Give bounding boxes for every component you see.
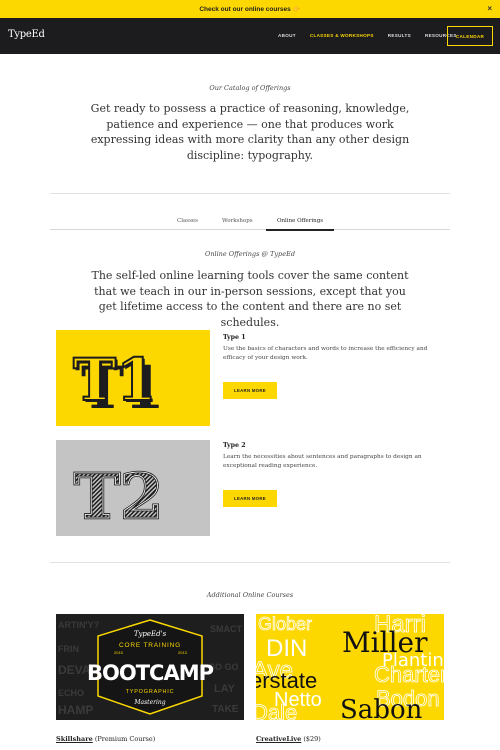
nav-link-about[interactable]: ABOUT <box>278 33 296 38</box>
tab-classes[interactable]: Classes <box>177 218 198 224</box>
calendar-button[interactable]: CALENDAR <box>447 26 493 46</box>
t2-badge-icon: T2 T2 <box>73 459 165 535</box>
nav-link-results[interactable]: RESULTS <box>388 33 411 38</box>
svg-text:ARTIN'Y?: ARTIN'Y? <box>58 620 99 630</box>
divider <box>50 562 450 563</box>
svg-text:DIN: DIN <box>266 635 307 662</box>
svg-text:TYPOGRAPHIC: TYPOGRAPHIC <box>126 689 175 695</box>
t1-badge-icon: T1 T1 T1 <box>72 345 165 422</box>
divider <box>50 193 450 194</box>
creativelive-caption[interactable]: CreativeLive ($29) <box>256 735 321 743</box>
nav-links: ABOUT CLASSES & WORKSHOPS RESULTS RESOUR… <box>278 33 471 38</box>
svg-text:T1: T1 <box>73 346 157 414</box>
offering-tabs: Classes Workshops Online Offerings <box>0 214 500 230</box>
svg-text:Netto: Netto <box>274 689 322 711</box>
type2-title: Type 2 <box>223 442 246 449</box>
nav-link-classes-workshops[interactable]: CLASSES & WORKSHOPS <box>310 33 374 38</box>
tabs-baseline <box>50 229 450 230</box>
creativelive-link[interactable]: CreativeLive <box>256 735 301 743</box>
svg-text:FRIN: FRIN <box>58 644 79 654</box>
tab-online-offerings[interactable]: Online Offerings <box>277 218 323 224</box>
svg-text:CORE TRAINING: CORE TRAINING <box>119 642 181 649</box>
svg-text:Plantin: Plantin <box>382 650 444 671</box>
svg-text:Sabon: Sabon <box>340 695 423 720</box>
creativelive-note: ($29) <box>303 735 321 743</box>
svg-text:Glober: Glober <box>258 614 312 634</box>
bootcamp-artwork: ARTIN'Y? FRIN DEVAL ECHO HAMP SMACT GO G… <box>58 619 242 717</box>
type2-learn-more-button[interactable]: LEARN MORE <box>223 490 277 507</box>
type1-course-image[interactable]: T1 T1 T1 <box>56 330 210 426</box>
site-logo[interactable]: TypeEd <box>8 29 45 40</box>
skillshare-link[interactable]: Skillshare <box>56 735 93 743</box>
online-kicker: Online Offerings @ TypeEd <box>205 250 295 258</box>
skillshare-caption[interactable]: Skillshare (Premium Course) <box>56 735 155 743</box>
type2-course-image[interactable]: T2 T2 <box>56 440 210 536</box>
skillshare-note: (Premium Course) <box>94 735 156 743</box>
svg-text:ECHO: ECHO <box>58 688 84 698</box>
skillshare-course-image[interactable]: ARTIN'Y? FRIN DEVAL ECHO HAMP SMACT GO G… <box>56 614 244 720</box>
catalog-kicker: Our Catalog of Offerings <box>209 84 291 92</box>
type1-learn-more-button[interactable]: LEARN MORE <box>223 382 277 399</box>
svg-text:TAKE: TAKE <box>212 704 239 715</box>
svg-text:Mastering: Mastering <box>133 699 165 706</box>
main-nav: TypeEd ABOUT CLASSES & WORKSHOPS RESULTS… <box>0 18 500 54</box>
close-icon[interactable]: × <box>487 4 492 13</box>
tab-workshops[interactable]: Workshops <box>222 218 253 224</box>
svg-text:SMACT: SMACT <box>210 624 242 634</box>
type2-description: Learn the necessities about sentences an… <box>223 454 422 469</box>
svg-text:2015: 2015 <box>114 650 124 655</box>
type1-description: Use the basics of characters and words t… <box>223 346 428 361</box>
promo-banner-text[interactable]: Check out our online courses 👉 <box>199 5 300 13</box>
svg-text:BOOTCAMP: BOOTCAMP <box>87 661 214 685</box>
svg-text:LAY: LAY <box>214 683 236 695</box>
svg-text:HAMP: HAMP <box>58 703 93 717</box>
typefaces-artwork: Glober Harri Ave Charter Bodon Dale DIN … <box>256 614 444 720</box>
promo-banner[interactable]: Check out our online courses 👉 × <box>0 0 500 18</box>
active-tab-indicator <box>266 229 334 231</box>
catalog-lead: Get ready to possess a practice of reaso… <box>90 102 410 162</box>
svg-text:TypeEd's: TypeEd's <box>134 630 167 638</box>
creativelive-course-image[interactable]: Glober Harri Ave Charter Bodon Dale DIN … <box>256 614 444 720</box>
additional-kicker: Additional Online Courses <box>206 591 294 599</box>
svg-text:T2: T2 <box>74 460 163 533</box>
type1-title: Type 1 <box>223 334 246 341</box>
svg-text:2013: 2013 <box>178 650 188 655</box>
online-lead: The self-led online learning tools cover… <box>91 269 409 329</box>
